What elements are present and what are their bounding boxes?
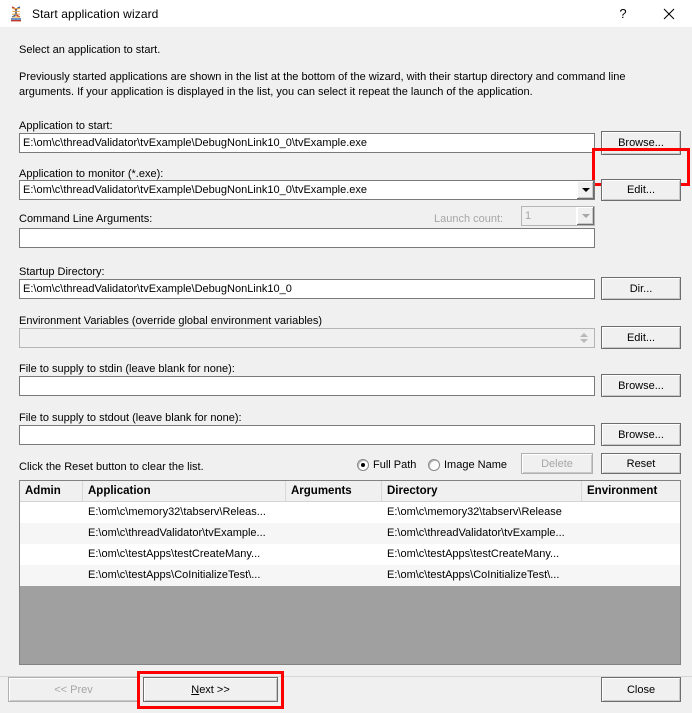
reset-hint-label: Click the Reset button to clear the list… [19, 461, 204, 473]
launch-count-chevron-down-icon [576, 207, 594, 225]
env-vars-input [19, 328, 595, 348]
radio-full-path[interactable]: Full Path [357, 459, 416, 471]
app-to-monitor-value: E:\om\c\threadValidator\tvExample\DebugN… [23, 184, 368, 196]
cell-environment [582, 523, 680, 544]
next-button[interactable]: Next >> [143, 677, 278, 702]
column-header-application[interactable]: Application [83, 481, 286, 501]
next-button-accelerator: N [191, 683, 200, 696]
launch-count-stepper: 1 [521, 206, 595, 226]
app-to-start-label: Application to start: [19, 120, 113, 132]
cell-directory: E:\om\c\testApps\testCreateMany... [387, 548, 560, 560]
app-to-start-browse-button[interactable]: Browse... [601, 131, 681, 155]
cell-environment [582, 544, 680, 565]
close-icon[interactable] [646, 0, 692, 27]
cell-admin [20, 523, 83, 544]
app-to-monitor-combo[interactable]: E:\om\c\threadValidator\tvExample\DebugN… [19, 180, 595, 200]
startup-dir-button[interactable]: Dir... [601, 277, 681, 300]
prev-button: << Prev [8, 677, 139, 702]
app-to-monitor-label: Application to monitor (*.exe): [19, 168, 164, 180]
stdout-browse-button[interactable]: Browse... [601, 423, 681, 446]
cell-arguments [286, 565, 382, 586]
cell-application: E:\om\c\memory32\tabserv\Releas... [88, 506, 266, 518]
cell-arguments [286, 523, 382, 544]
stdin-input[interactable] [19, 376, 595, 396]
cell-environment [582, 502, 680, 523]
radio-image-name-label: Image Name [444, 459, 507, 471]
app-to-monitor-edit-button[interactable]: Edit... [601, 179, 681, 201]
intro-paragraph: Previously started applications are show… [19, 71, 626, 98]
stdout-label: File to supply to stdout (leave blank fo… [19, 412, 242, 424]
startup-dir-label: Startup Directory: [19, 266, 105, 278]
stdin-browse-button[interactable]: Browse... [601, 374, 681, 397]
table-row[interactable]: E:\om\c\testApps\testCreateMany... E:\om… [20, 544, 680, 565]
launch-count-value: 1 [525, 210, 532, 222]
table-header-row: Admin Application Arguments Directory En… [20, 481, 680, 502]
cell-application: E:\om\c\testApps\CoInitializeTest\... [88, 569, 261, 581]
cell-application: E:\om\c\threadValidator\tvExample... [88, 527, 266, 539]
command-line-label: Command Line Arguments: [19, 213, 153, 225]
table-row[interactable]: E:\om\c\threadValidator\tvExample... E:\… [20, 523, 680, 544]
env-vars-label: Environment Variables (override global e… [19, 315, 323, 327]
next-button-rest: ext >> [199, 683, 230, 696]
column-header-directory[interactable]: Directory [382, 481, 582, 501]
cell-admin [20, 502, 83, 523]
dna-helix-icon [8, 5, 24, 22]
spinner-up-icon[interactable] [579, 333, 588, 337]
stdout-input[interactable] [19, 425, 595, 445]
help-button[interactable]: ? [600, 0, 646, 27]
env-vars-edit-button[interactable]: Edit... [601, 326, 681, 349]
radio-image-name-indicator [428, 459, 440, 471]
env-vars-spinner[interactable] [576, 329, 591, 347]
intro-heading: Select an application to start. [19, 44, 161, 56]
reset-button[interactable]: Reset [601, 453, 681, 474]
chevron-down-icon[interactable] [576, 181, 594, 199]
cell-admin [20, 544, 83, 565]
app-to-start-input[interactable]: E:\om\c\threadValidator\tvExample\DebugN… [19, 133, 595, 153]
dialog-client-area: Select an application to start. Previous… [0, 27, 692, 713]
applications-table[interactable]: Admin Application Arguments Directory En… [19, 480, 681, 665]
column-header-admin[interactable]: Admin [20, 481, 83, 501]
table-row[interactable]: E:\om\c\testApps\CoInitializeTest\... E:… [20, 565, 680, 586]
cell-arguments [286, 502, 382, 523]
column-header-environment[interactable]: Environment [582, 481, 680, 501]
window-title: Start application wizard [32, 6, 159, 21]
table-body: E:\om\c\memory32\tabserv\Releas... E:\om… [20, 502, 680, 586]
launch-count-label: Launch count: [434, 213, 504, 225]
command-line-input[interactable] [19, 228, 595, 248]
cell-directory: E:\om\c\testApps\CoInitializeTest\... [387, 569, 560, 581]
radio-image-name[interactable]: Image Name [428, 459, 507, 471]
close-button[interactable]: Close [601, 677, 681, 702]
next-button-label: Next >> [191, 684, 230, 696]
delete-button: Delete [521, 453, 593, 474]
cell-application: E:\om\c\testApps\testCreateMany... [88, 548, 261, 560]
startup-dir-input[interactable]: E:\om\c\threadValidator\tvExample\DebugN… [19, 279, 595, 299]
radio-full-path-indicator [357, 459, 369, 471]
title-bar: Start application wizard ? [0, 0, 692, 28]
cell-environment [582, 565, 680, 586]
cell-arguments [286, 544, 382, 565]
cell-directory: E:\om\c\threadValidator\tvExample... [387, 527, 565, 539]
spinner-down-icon[interactable] [579, 339, 588, 343]
title-bar-buttons: ? [600, 0, 692, 27]
stdin-label: File to supply to stdin (leave blank for… [19, 363, 235, 375]
cell-directory: E:\om\c\memory32\tabserv\Release [387, 506, 562, 518]
table-row[interactable]: E:\om\c\memory32\tabserv\Releas... E:\om… [20, 502, 680, 523]
column-header-arguments[interactable]: Arguments [286, 481, 382, 501]
radio-full-path-label: Full Path [373, 459, 417, 471]
cell-admin [20, 565, 83, 586]
